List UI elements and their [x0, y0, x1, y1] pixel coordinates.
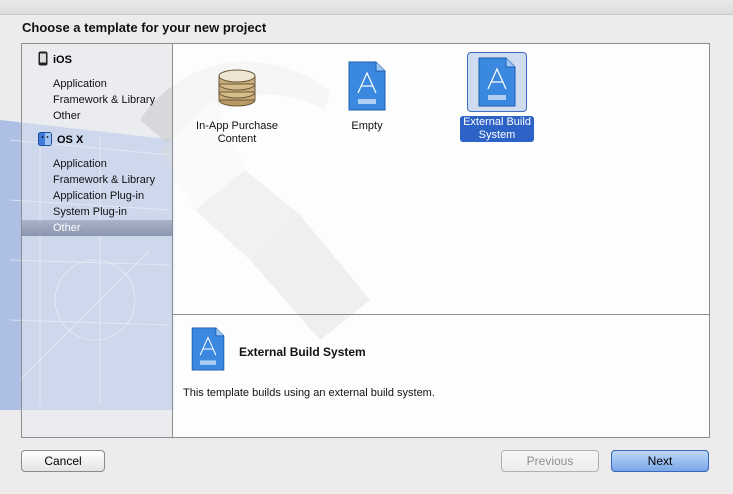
template-detail-pane: External Build System This template buil…: [173, 315, 709, 437]
template-label: System: [478, 129, 516, 141]
template-label: In-App Purchase: [196, 120, 278, 132]
platform-sidebar: iOS Application Framework & Library Othe…: [22, 44, 173, 437]
sidebar-item-osx-other[interactable]: Other: [22, 220, 172, 236]
template-tile-external-build-system[interactable]: External Build System: [447, 52, 547, 143]
sidebar-item-ios-framework-library[interactable]: Framework & Library: [22, 92, 172, 108]
project-document-icon: [467, 52, 527, 112]
sidebar-item-osx-framework-library[interactable]: Framework & Library: [22, 172, 172, 188]
sidebar-item-osx-application-plugin[interactable]: Application Plug-in: [22, 188, 172, 204]
sidebar-item-osx-application[interactable]: Application: [22, 156, 172, 172]
sidebar-group-label: iOS: [53, 54, 72, 66]
project-document-icon: [191, 327, 225, 376]
sidebar-group-label: OS X: [57, 134, 84, 146]
template-label: Content: [217, 133, 257, 145]
project-document-icon: [337, 56, 397, 116]
template-grid: In-App Purchase Content Empty External B…: [173, 44, 709, 315]
template-tile-empty[interactable]: Empty: [317, 56, 417, 134]
template-chooser-panel: iOS Application Framework & Library Othe…: [21, 43, 710, 438]
sidebar-group-ios: iOS: [38, 51, 72, 69]
template-tile-in-app-purchase[interactable]: In-App Purchase Content: [187, 56, 287, 147]
database-stack-icon: [207, 56, 267, 116]
iphone-icon: [38, 51, 48, 69]
detail-description: This template builds using an external b…: [183, 387, 435, 399]
sidebar-item-osx-system-plugin[interactable]: System Plug-in: [22, 204, 172, 220]
sidebar-item-ios-application[interactable]: Application: [22, 76, 172, 92]
cancel-button[interactable]: Cancel: [21, 450, 105, 472]
mac-finder-icon: [38, 131, 52, 149]
detail-title: External Build System: [239, 345, 366, 359]
next-button[interactable]: Next: [611, 450, 709, 472]
dialog-heading: Choose a template for your new project: [22, 20, 267, 35]
sidebar-item-ios-other[interactable]: Other: [22, 108, 172, 124]
previous-button[interactable]: Previous: [501, 450, 599, 472]
template-label: External Build: [463, 116, 531, 128]
sidebar-group-osx: OS X: [38, 131, 83, 149]
template-label: Empty: [351, 120, 383, 132]
